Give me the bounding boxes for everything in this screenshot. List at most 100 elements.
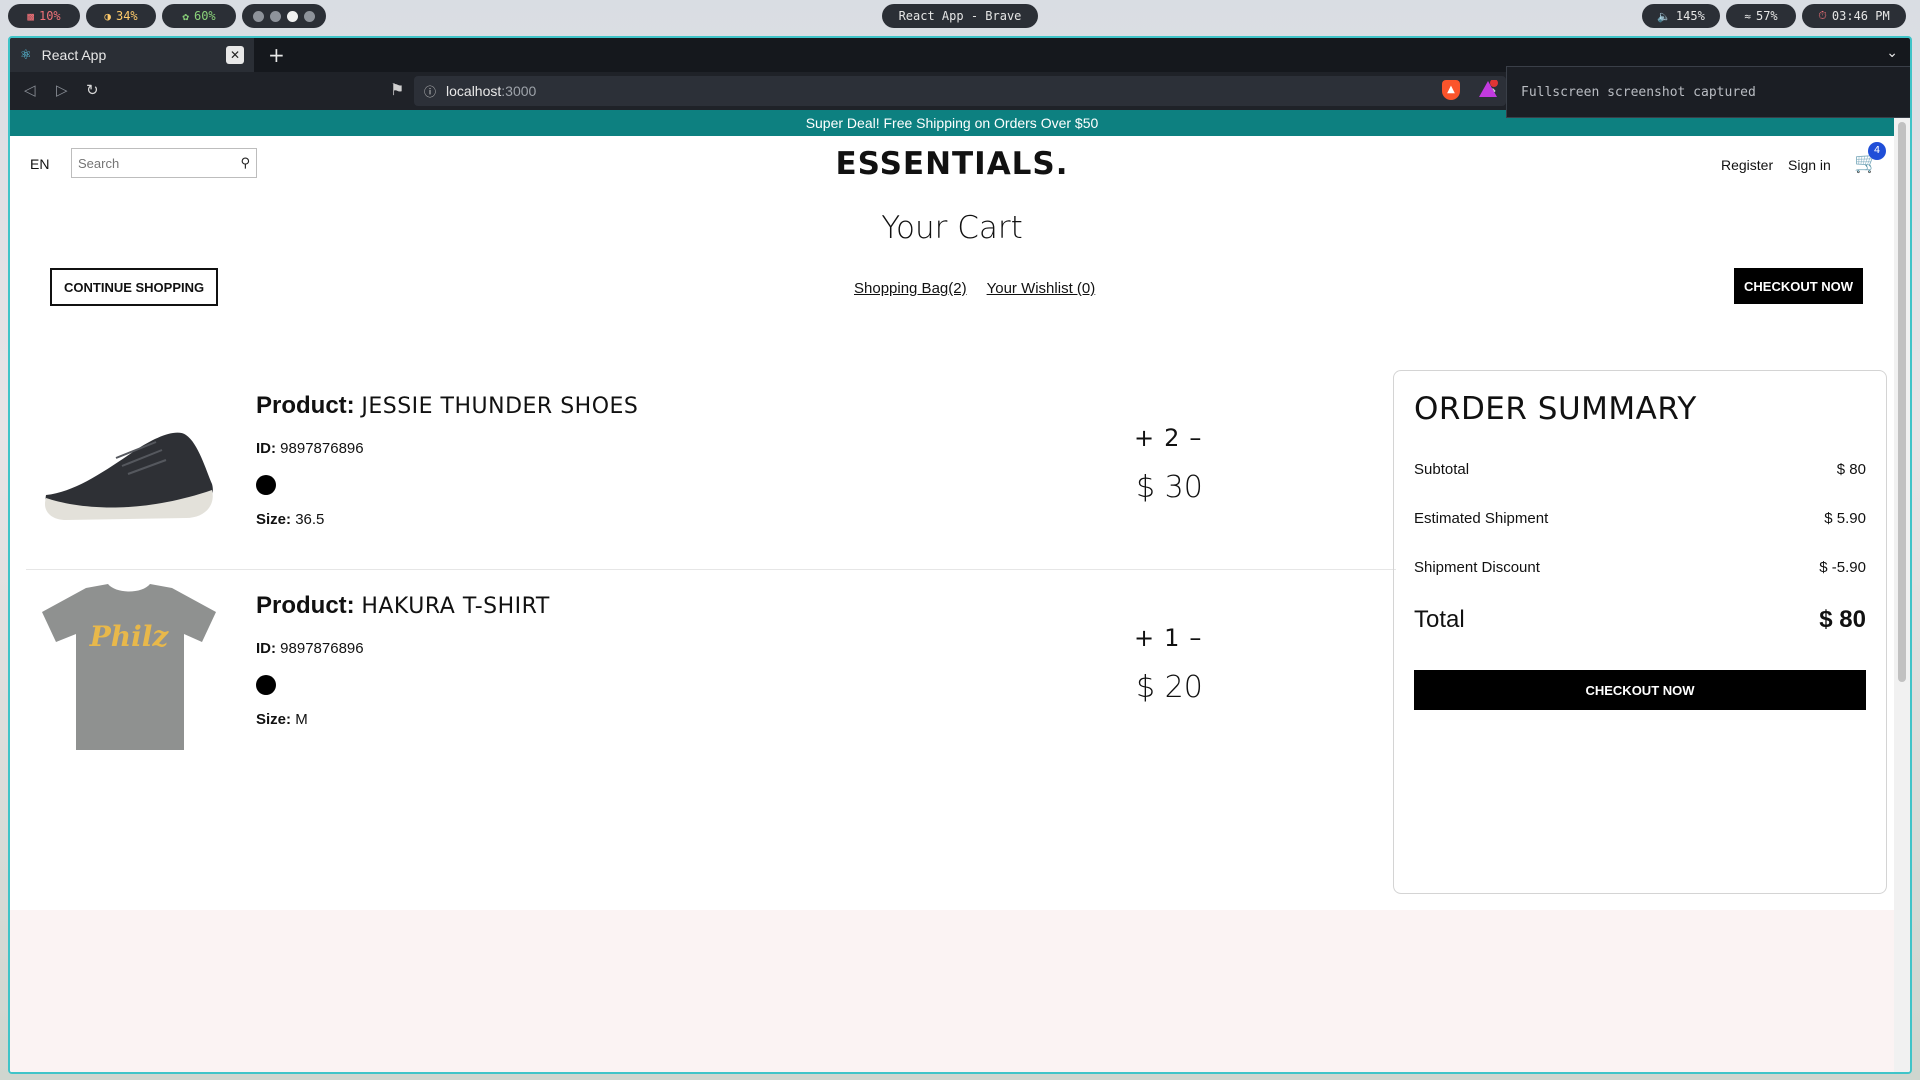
tab-title: React App <box>41 47 107 63</box>
quantity-stepper: + 2 – <box>1134 424 1201 452</box>
product-label: Product: <box>256 592 355 619</box>
workspace-dot[interactable] <box>253 10 264 22</box>
continue-shopping-button[interactable]: CONTINUE SHOPPING <box>50 268 219 306</box>
address-bar[interactable]: ⓘ localhost:3000 ↪ <box>414 76 1506 106</box>
product-name: JESSIE THUNDER SHOES <box>361 394 639 419</box>
forward-icon[interactable]: ▷ <box>56 81 68 99</box>
discount-label: Shipment Discount <box>1414 559 1540 576</box>
signin-link[interactable]: Sign in <box>1788 157 1831 173</box>
tshirt-image: Philz <box>42 584 216 750</box>
site-navbar: EN ⚲ ESSENTIALS. Register Sign in 🛒 4 <box>10 136 1894 192</box>
volume-value: 145% <box>1675 9 1705 23</box>
increase-button[interactable]: + <box>1134 424 1154 452</box>
discount-value: $ -5.90 <box>1819 559 1866 576</box>
cart-item: Product: JESSIE THUNDER SHOES ID: 989787… <box>26 370 1396 570</box>
reload-icon[interactable]: ↻ <box>86 81 99 99</box>
subtotal-label: Subtotal <box>1414 461 1470 478</box>
battery-widget[interactable]: ✿ 60% <box>162 4 236 28</box>
shoe-image <box>44 432 213 520</box>
size-label: Size: <box>256 511 292 528</box>
memory-icon: ◑ <box>104 9 111 23</box>
wishlist-link[interactable]: Your Wishlist (0) <box>987 280 1096 297</box>
shopping-bag-link[interactable]: Shopping Bag(2) <box>854 280 967 297</box>
page-scrollbar[interactable] <box>1894 110 1910 1072</box>
cart-badge: 4 <box>1868 142 1886 160</box>
brave-shields-icon[interactable]: ▲ <box>1442 80 1460 100</box>
total-row: Total $ 80 <box>1414 592 1866 648</box>
shipment-row: Estimated Shipment $ 5.90 <box>1414 494 1866 543</box>
url-host: localhost <box>446 83 502 99</box>
product-id: 9897876896 <box>280 640 364 657</box>
workspace-dot[interactable] <box>270 10 281 22</box>
search-icon[interactable]: ⚲ <box>240 156 250 171</box>
clock-value: 03:46 PM <box>1831 9 1890 23</box>
close-tab-icon[interactable]: ✕ <box>226 46 244 64</box>
total-label: Total <box>1414 606 1465 633</box>
memory-widget[interactable]: ◑ 34% <box>86 4 156 28</box>
checkout-top-button[interactable]: CHECKOUT NOW <box>1734 268 1864 304</box>
leaf-icon: ✿ <box>182 9 189 23</box>
search-input[interactable] <box>78 155 228 171</box>
product-name-row: Product: JESSIE THUNDER SHOES <box>256 392 638 420</box>
cpu-widget[interactable]: ▩ 10% <box>8 4 80 28</box>
product-size: 36.5 <box>295 511 325 528</box>
checkout-button[interactable]: CHECKOUT NOW <box>1414 670 1866 710</box>
chevron-down-icon[interactable]: ⌄ <box>1886 45 1898 61</box>
subtotal-value: $ 80 <box>1836 461 1866 478</box>
memory-value: 34% <box>115 9 138 23</box>
wifi-widget[interactable]: ≈ 57% <box>1726 4 1796 28</box>
quantity-stepper: + 1 – <box>1134 624 1201 652</box>
wifi-icon: ≈ <box>1744 9 1751 23</box>
volume-widget[interactable]: 🔈 145% <box>1642 4 1720 28</box>
cart-button[interactable]: 🛒 4 <box>1854 142 1886 174</box>
product-size-row: Size: M <box>256 711 550 728</box>
decrease-button[interactable]: – <box>1189 624 1201 652</box>
scrollbar-thumb[interactable] <box>1898 122 1906 682</box>
wifi-value: 57% <box>1755 9 1778 23</box>
product-details: Product: JESSIE THUNDER SHOES ID: 989787… <box>256 392 638 528</box>
cart-item: Philz Product: HAKURA T-SHIRT ID: 989787… <box>26 570 1396 770</box>
increase-button[interactable]: + <box>1134 624 1154 652</box>
tab-react-app[interactable]: ⚛ React App ✕ <box>10 38 254 72</box>
discount-row: Shipment Discount $ -5.90 <box>1414 543 1866 592</box>
page-footer-area <box>10 910 1894 1072</box>
quantity-value: 1 <box>1164 624 1180 652</box>
tshirt-print-text: Philz <box>89 620 170 653</box>
window-title: React App - Brave <box>882 4 1038 28</box>
decrease-button[interactable]: – <box>1189 424 1201 452</box>
total-value: $ 80 <box>1819 606 1866 633</box>
cart-actions: CONTINUE SHOPPING Shopping Bag(2) Your W… <box>10 246 1894 316</box>
id-label: ID: <box>256 440 276 457</box>
product-name-row: Product: HAKURA T-SHIRT <box>256 592 550 620</box>
language-selector[interactable]: EN <box>30 156 49 172</box>
screenshot-notification: Fullscreen screenshot captured <box>1506 66 1910 118</box>
product-color-swatch <box>256 675 276 695</box>
new-tab-icon[interactable]: + <box>268 43 285 67</box>
back-icon[interactable]: ◁ <box>24 81 36 99</box>
product-color-swatch <box>256 475 276 495</box>
cart-links: Shopping Bag(2) Your Wishlist (0) <box>854 280 1095 297</box>
react-favicon-icon: ⚛ <box>20 47 32 62</box>
order-summary: ORDER SUMMARY Subtotal $ 80 Estimated Sh… <box>1393 370 1887 894</box>
workspace-switcher[interactable] <box>242 4 326 28</box>
bookmark-icon[interactable]: ⚑ <box>390 80 404 99</box>
notification-text: Fullscreen screenshot captured <box>1521 84 1756 100</box>
product-size: M <box>295 711 308 728</box>
browser-window: ⚛ React App ✕ + ⌄ ◁ ▷ ↻ ⚑ ⓘ localhost:30… <box>8 36 1912 1074</box>
workspace-dot[interactable] <box>304 10 315 22</box>
product-size-row: Size: 36.5 <box>256 511 638 528</box>
product-price: $ 30 <box>1136 470 1203 505</box>
product-id-row: ID: 9897876896 <box>256 440 638 457</box>
cart-items: Product: JESSIE THUNDER SHOES ID: 989787… <box>26 370 1396 770</box>
search-box: ⚲ <box>71 148 257 178</box>
register-link[interactable]: Register <box>1721 157 1773 173</box>
web-page: Super Deal! Free Shipping on Orders Over… <box>10 110 1894 1072</box>
workspace-dot-active[interactable] <box>287 10 298 22</box>
page-title: Your Cart <box>881 210 1023 246</box>
summary-title: ORDER SUMMARY <box>1414 391 1697 427</box>
site-info-icon[interactable]: ⓘ <box>424 83 436 100</box>
product-name: HAKURA T-SHIRT <box>361 594 550 619</box>
brave-rewards-icon[interactable] <box>1478 80 1498 98</box>
clock-widget[interactable]: ⏱ 03:46 PM <box>1802 4 1906 28</box>
battery-value: 60% <box>193 9 216 23</box>
